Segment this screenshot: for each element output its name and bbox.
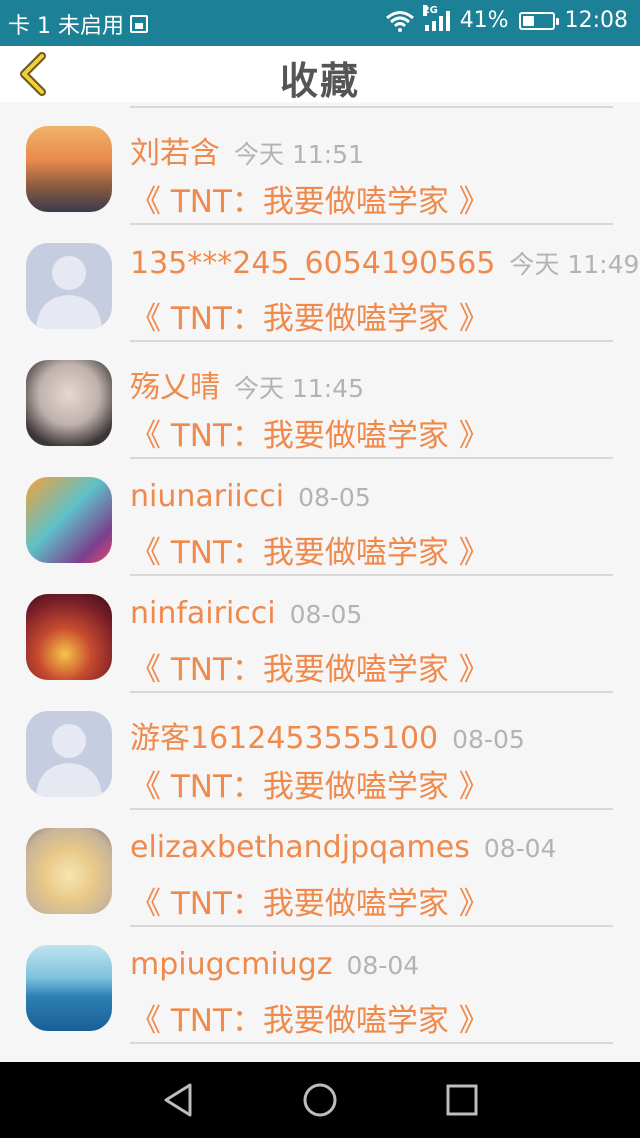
- avatar[interactable]: [26, 360, 112, 446]
- timestamp: 08-04: [346, 951, 420, 980]
- user-line: 135***245_6054190565 今天 11:49: [130, 245, 639, 281]
- user-line: niunariicci 08-05: [130, 479, 371, 514]
- user-line: ninfairicci 08-05: [130, 596, 362, 631]
- navigation-bar: [0, 1062, 640, 1138]
- list-item[interactable]: 135***245_6054190565 今天 11:49 《 TNT：我要做嗑学家…: [0, 219, 640, 342]
- user-line: 游客1612453555100 08-05: [130, 713, 525, 757]
- square-recents-icon: [446, 1084, 478, 1116]
- work-title[interactable]: 《 TNT：我要做嗑学家 》: [130, 878, 490, 923]
- avatar[interactable]: [26, 243, 112, 329]
- battery-level: [522, 15, 534, 26]
- wifi-icon: [385, 10, 414, 32]
- timestamp: 08-05: [452, 725, 525, 754]
- battery-percent: 41%: [459, 8, 509, 33]
- nav-home-button[interactable]: [300, 1082, 340, 1118]
- avatar[interactable]: [26, 828, 112, 914]
- page-title: 收藏: [279, 59, 360, 103]
- username[interactable]: 游客1612453555100: [130, 721, 438, 756]
- default-user-icon: [36, 256, 102, 329]
- work-title[interactable]: 《 TNT：我要做嗑学家 》: [130, 176, 490, 221]
- list-item[interactable]: 刘若含 今天 11:51 《 TNT：我要做嗑学家 》: [0, 102, 640, 225]
- favorites-list[interactable]: 《 TNT：我要做嗑学家 》刘若含今天 11:51《 TNT：我要做嗑学家 》1…: [0, 102, 640, 1062]
- username[interactable]: mpiugcmiugz: [130, 947, 333, 982]
- user-line: mpiugcmiugz 08-04: [130, 947, 419, 982]
- username[interactable]: 刘若含: [130, 136, 220, 171]
- avatar[interactable]: [26, 711, 112, 797]
- network-type: 2G: [422, 4, 438, 16]
- avatar[interactable]: [26, 945, 112, 1031]
- list-item[interactable]: 殇乂晴 今天 11:45 《 TNT：我要做嗑学家 》: [0, 336, 640, 459]
- default-user-icon: [36, 724, 102, 797]
- list-item[interactable]: 游客1612453555100 08-05 《 TNT：我要做嗑学家 》: [0, 687, 640, 810]
- triangle-back-icon: [164, 1083, 192, 1117]
- list-item[interactable]: ninfairicci 08-05 《 TNT：我要做嗑学家 》: [0, 570, 640, 693]
- signal-icon: 2G: [422, 4, 450, 31]
- work-title[interactable]: 《 TNT：我要做嗑学家 》: [130, 293, 490, 338]
- avatar[interactable]: [26, 477, 112, 563]
- timestamp: 今天 11:51: [234, 140, 364, 169]
- username[interactable]: ninfairicci: [130, 596, 276, 631]
- list-item[interactable]: niunariicci 08-05 《 TNT：我要做嗑学家 》: [0, 453, 640, 576]
- timestamp: 今天 11:45: [234, 374, 364, 403]
- carrier-text: 卡 1 未启用: [8, 14, 124, 39]
- sim-icon: [129, 15, 148, 33]
- user-line: 刘若含 今天 11:51: [130, 128, 364, 172]
- circle-home-icon: [303, 1083, 337, 1117]
- timestamp: 08-04: [483, 834, 557, 863]
- work-title[interactable]: 《 TNT：我要做嗑学家 》: [130, 527, 490, 572]
- work-title[interactable]: 《 TNT：我要做嗑学家 》: [130, 761, 490, 806]
- username[interactable]: 殇乂晴: [130, 370, 220, 405]
- app-header: 收藏: [0, 46, 640, 103]
- timestamp: 08-05: [289, 600, 363, 629]
- divider: [130, 1042, 613, 1044]
- user-line: elizaxbethandjpqames 08-04: [130, 830, 557, 865]
- list-item[interactable]: mpiugcmiugz 08-04 《 TNT：我要做嗑学家 》: [0, 921, 640, 1044]
- avatar[interactable]: [26, 594, 112, 680]
- username[interactable]: niunariicci: [130, 479, 284, 514]
- timestamp: 今天 11:49: [509, 250, 640, 279]
- clock: 12:08: [564, 8, 628, 33]
- avatar[interactable]: [26, 126, 112, 212]
- user-line: 殇乂晴 今天 11:45: [130, 362, 364, 406]
- work-title[interactable]: 《 TNT：我要做嗑学家 》: [130, 995, 490, 1040]
- nav-back-button[interactable]: [160, 1082, 200, 1118]
- username[interactable]: 135***245_6054190565: [130, 246, 495, 281]
- status-bar: 卡 1 未启用 2G 41% 12:08: [0, 0, 640, 46]
- work-title[interactable]: 《 TNT：我要做嗑学家 》: [130, 644, 490, 689]
- username[interactable]: elizaxbethandjpqames: [130, 830, 470, 865]
- nav-recents-button[interactable]: [442, 1082, 482, 1118]
- work-title[interactable]: 《 TNT：我要做嗑学家 》: [130, 410, 490, 455]
- battery-icon: [518, 11, 559, 30]
- list-item[interactable]: elizaxbethandjpqames 08-04 《 TNT：我要做嗑学家 》: [0, 804, 640, 927]
- timestamp: 08-05: [298, 483, 371, 512]
